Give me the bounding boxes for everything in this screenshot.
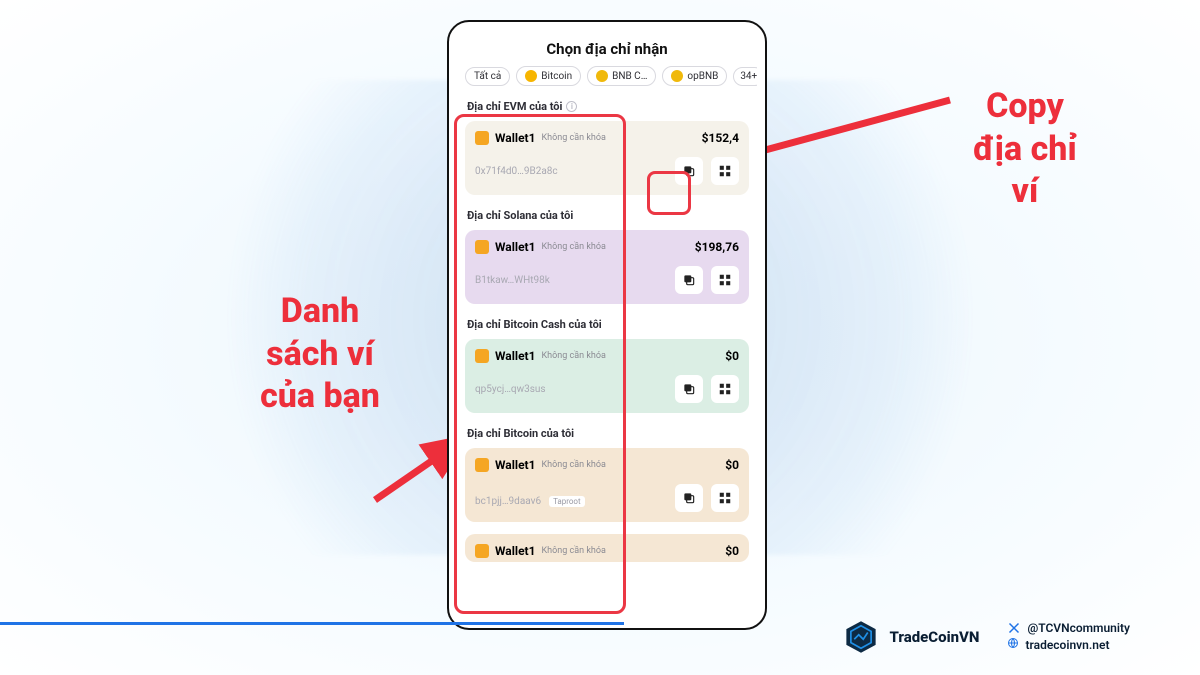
section-label-sol-text: Địa chỉ Solana của tôi (467, 209, 573, 222)
wallet-sub: Không cần khóa (542, 133, 606, 143)
info-icon[interactable]: i (566, 101, 577, 112)
copy-icon (682, 164, 696, 178)
brand-site[interactable]: tradecoinvn.net (1007, 637, 1130, 653)
brand-handle-text: @TCVNcommunity (1027, 621, 1130, 635)
wallet-sub: Không cần khóa (542, 242, 606, 252)
brand-name: TradeCoinVN (889, 628, 979, 646)
phone-inner: Chọn địa chỉ nhận Tất cả Bitcoin BNB C… … (457, 30, 757, 620)
wallet-card-sol[interactable]: Wallet1 Không cần khóa $198,76 B1tkaw…WH… (465, 230, 749, 304)
chip-opbnb[interactable]: opBNB (662, 66, 727, 86)
wallet-sub: Không cần khóa (542, 460, 606, 470)
qr-icon (718, 273, 732, 287)
wallet-address: bc1pjj…9daav6 (475, 496, 541, 507)
qr-icon (718, 164, 732, 178)
wallet-icon (475, 240, 489, 254)
copy-icon (682, 491, 696, 505)
chip-bnb[interactable]: BNB C… (587, 66, 656, 86)
wallet-name: Wallet1 (495, 349, 536, 363)
section-label-bch: Địa chỉ Bitcoin Cash của tôi (457, 312, 757, 335)
wallet-icon (475, 544, 489, 558)
wallet-card-bch[interactable]: Wallet1 Không cần khóa $0 qp5ycj…qw3sus (465, 339, 749, 413)
wallet-amount: $0 (725, 349, 739, 363)
wallet-name: Wallet1 (495, 240, 536, 254)
brand-handle[interactable]: @TCVNcommunity (1007, 621, 1130, 635)
qr-button[interactable] (711, 375, 739, 403)
qr-button[interactable] (711, 157, 739, 185)
wallet-name: Wallet1 (495, 458, 536, 472)
wallet-icon (475, 458, 489, 472)
bottom-divider (0, 622, 624, 625)
chip-bnb-label: BNB C… (612, 71, 647, 82)
wallet-address: qp5ycj…qw3sus (475, 384, 546, 395)
wallet-icon (475, 349, 489, 363)
copy-button[interactable] (675, 375, 703, 403)
wallet-card-btc-2[interactable]: Wallet1 Không cần khóa $0 (465, 534, 749, 562)
opbnb-icon (671, 70, 683, 82)
section-label-evm: Địa chỉ EVM của tôi i (457, 94, 757, 117)
wallet-address: B1tkaw…WHt98k (475, 275, 550, 286)
qr-icon (718, 382, 732, 396)
globe-icon (1007, 637, 1019, 653)
copy-button[interactable] (675, 157, 703, 185)
section-label-btc: Địa chỉ Bitcoin của tôi (457, 421, 757, 444)
wallet-amount: $152,4 (702, 131, 739, 145)
qr-button[interactable] (711, 266, 739, 294)
chip-all[interactable]: Tất cả (465, 67, 510, 86)
wallet-sub: Không cần khóa (542, 351, 606, 361)
annotation-copy: Copy địa chỉ ví (960, 85, 1090, 213)
copy-button[interactable] (675, 266, 703, 294)
section-label-evm-text: Địa chỉ EVM của tôi (467, 100, 562, 113)
footer: TradeCoinVN @TCVNcommunity tradecoinvn.n… (843, 619, 1130, 655)
brand-site-text: tradecoinvn.net (1025, 638, 1109, 652)
x-icon (1007, 621, 1021, 635)
wallet-amount: $0 (725, 544, 739, 558)
wallet-amount: $198,76 (695, 240, 739, 254)
brand-block: TradeCoinVN (843, 619, 979, 655)
chip-opbnb-label: opBNB (687, 71, 718, 82)
copy-button[interactable] (675, 484, 703, 512)
phone-frame: Chọn địa chỉ nhận Tất cả Bitcoin BNB C… … (447, 20, 767, 630)
wallet-address: 0x71f4d0…9B2a8c (475, 166, 558, 177)
copy-icon (682, 382, 696, 396)
wallet-icon (475, 131, 489, 145)
wallet-card-evm[interactable]: Wallet1 Không cần khóa $152,4 0x71f4d0…9… (465, 121, 749, 195)
section-label-btc-text: Địa chỉ Bitcoin của tôi (467, 427, 574, 440)
network-chip-row: Tất cả Bitcoin BNB C… opBNB 34+ (457, 66, 757, 94)
page-title: Chọn địa chỉ nhận (457, 30, 757, 66)
section-label-sol: Địa chỉ Solana của tôi (457, 203, 757, 226)
brand-logo-icon (843, 619, 879, 655)
wallet-amount: $0 (725, 458, 739, 472)
chip-more[interactable]: 34+ (733, 67, 757, 86)
brand-links: @TCVNcommunity tradecoinvn.net (1007, 621, 1130, 653)
wallet-card-btc[interactable]: Wallet1 Không cần khóa $0 bc1pjj…9daav6 … (465, 448, 749, 522)
chip-bitcoin[interactable]: Bitcoin (516, 66, 581, 86)
qr-icon (718, 491, 732, 505)
wallet-sub: Không cần khóa (542, 546, 606, 556)
bnb-icon (596, 70, 608, 82)
wallet-tag: Taproot (549, 496, 585, 507)
wallet-name: Wallet1 (495, 131, 536, 145)
qr-button[interactable] (711, 484, 739, 512)
chip-bitcoin-label: Bitcoin (541, 71, 572, 82)
section-label-bch-text: Địa chỉ Bitcoin Cash của tôi (467, 318, 602, 331)
annotation-list: Danh sách ví của bạn (250, 290, 390, 418)
wallet-name: Wallet1 (495, 544, 536, 558)
copy-icon (682, 273, 696, 287)
bitcoin-icon (525, 70, 537, 82)
